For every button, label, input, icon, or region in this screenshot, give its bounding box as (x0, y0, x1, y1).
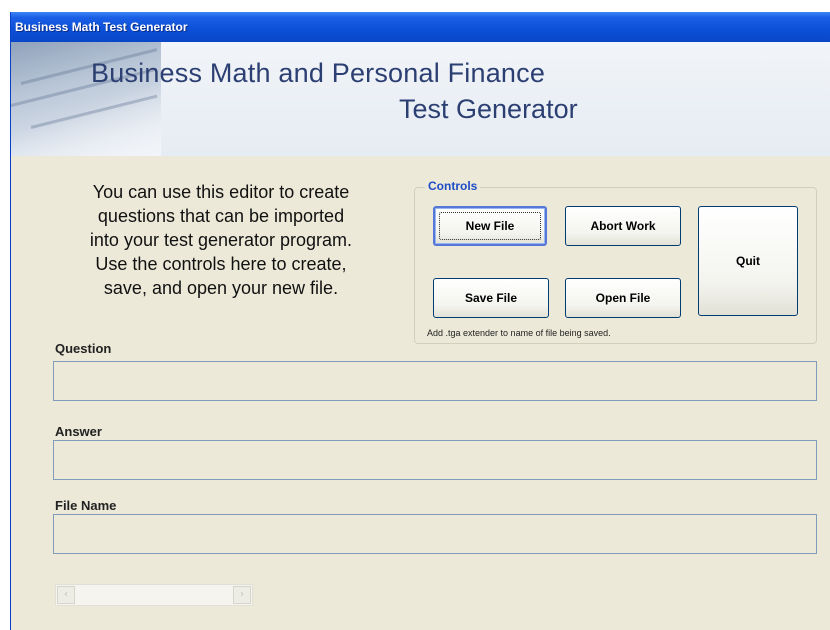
horizontal-scrollbar[interactable]: ‹ › (55, 584, 253, 606)
intro-line: save, and open your new file. (103, 278, 339, 298)
new-file-button-label: New File (465, 219, 515, 233)
question-label: Question (55, 341, 112, 356)
answer-input[interactable] (53, 440, 817, 480)
window-title: Business Math Test Generator (15, 20, 188, 34)
open-file-button-label: Open File (595, 291, 651, 305)
window-titlebar[interactable]: Business Math Test Generator (11, 12, 830, 42)
intro-line: You can use this editor to create (92, 182, 350, 202)
new-file-button[interactable]: New File (433, 206, 547, 246)
save-file-button-label: Save File (464, 291, 518, 305)
quit-button[interactable]: Quit (698, 206, 798, 316)
file-name-input[interactable] (53, 514, 817, 554)
open-file-button[interactable]: Open File (565, 278, 681, 318)
banner-title-line2: Test Generator (399, 94, 578, 124)
abort-work-button-label: Abort Work (590, 219, 656, 233)
question-input[interactable] (53, 361, 817, 401)
banner-title-line1: Business Math and Personal Finance (91, 58, 546, 88)
scroll-right-arrow-icon[interactable]: › (233, 586, 251, 604)
save-hint-text: Add .tga extender to name of file being … (427, 328, 611, 338)
file-name-label: File Name (55, 498, 117, 513)
header-banner: Business Math and Personal Finance Test … (11, 42, 830, 156)
controls-group-label: Controls (425, 179, 481, 193)
answer-label: Answer (55, 424, 102, 439)
intro-line: into your test generator program. (89, 230, 353, 250)
save-file-button[interactable]: Save File (433, 278, 549, 318)
intro-line: questions that can be imported (97, 206, 345, 226)
abort-work-button[interactable]: Abort Work (565, 206, 681, 246)
intro-line: Use the controls here to create, (95, 254, 347, 274)
scroll-left-arrow-icon[interactable]: ‹ (57, 586, 75, 604)
quit-button-label: Quit (736, 254, 760, 268)
app-window: Business Math Test Generator Business Ma… (10, 12, 830, 630)
intro-text: You can use this editor to create questi… (51, 180, 391, 300)
